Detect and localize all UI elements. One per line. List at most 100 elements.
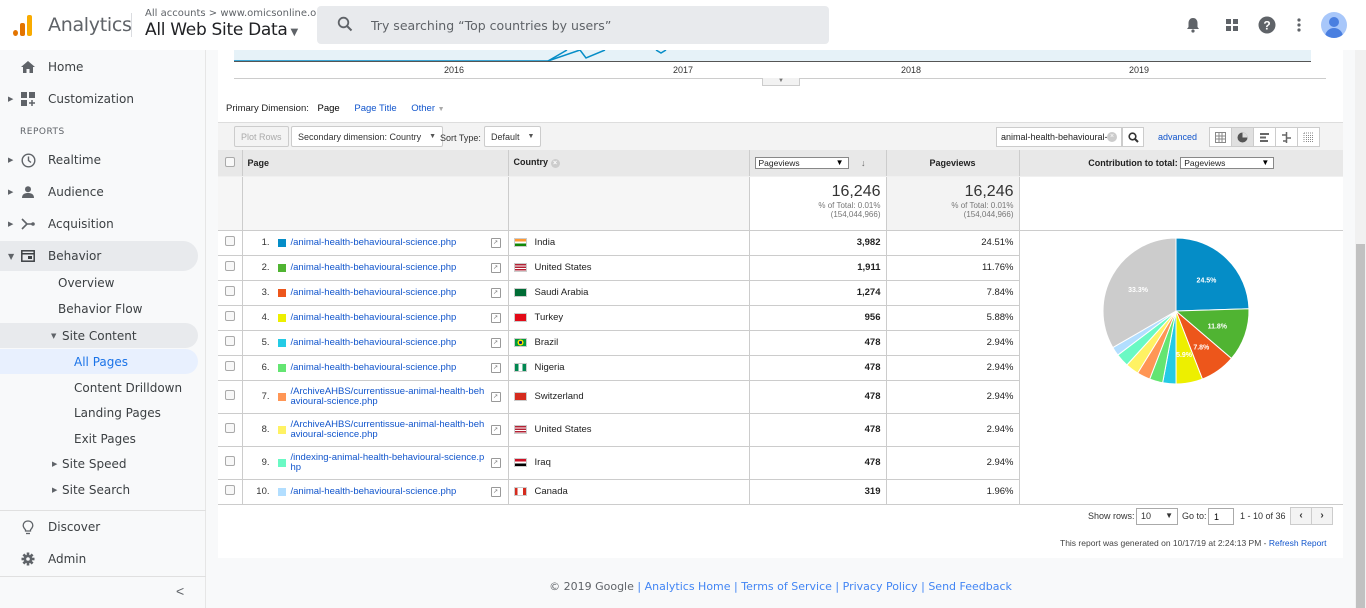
footer-link-privacy[interactable]: Privacy Policy bbox=[843, 580, 918, 593]
pie-slice-label: 5.9% bbox=[1176, 352, 1193, 359]
footer-link-analytics-home[interactable]: Analytics Home bbox=[645, 580, 731, 593]
page-link[interactable]: /animal-health-behavioural-science.php bbox=[291, 312, 486, 323]
row-checkbox[interactable] bbox=[224, 456, 235, 466]
dimension-page-title-link[interactable]: Page Title bbox=[354, 103, 396, 114]
table-view-button[interactable] bbox=[1209, 127, 1232, 147]
open-external-icon[interactable]: ↗ bbox=[490, 391, 501, 402]
page-column-header[interactable]: Page bbox=[242, 150, 509, 177]
row-checkbox[interactable] bbox=[224, 361, 235, 371]
country-name[interactable]: Saudi Arabia bbox=[535, 287, 589, 298]
series-color-swatch bbox=[277, 487, 286, 496]
country-name[interactable]: Turkey bbox=[535, 312, 564, 323]
secondary-dimension-dropdown[interactable]: Secondary dimension: Country ▼ bbox=[291, 126, 444, 147]
sort-type-dropdown[interactable]: Default ▼ bbox=[484, 126, 542, 147]
remove-dimension-icon[interactable]: × bbox=[550, 159, 560, 169]
bell-icon[interactable] bbox=[1182, 14, 1204, 36]
select-all-checkbox[interactable] bbox=[224, 156, 235, 167]
open-external-icon[interactable]: ↗ bbox=[490, 337, 501, 348]
row-checkbox[interactable] bbox=[224, 423, 235, 433]
clear-filter-icon[interactable]: × bbox=[1107, 132, 1117, 142]
open-external-icon[interactable]: ↗ bbox=[490, 237, 501, 248]
page-link[interactable]: /animal-health-behavioural-science.php bbox=[291, 337, 486, 348]
metric-select[interactable]: Pageviews ▼ bbox=[754, 156, 849, 169]
search-input[interactable] bbox=[371, 6, 811, 44]
row-checkbox[interactable] bbox=[224, 261, 235, 271]
footer-link-feedback[interactable]: Send Feedback bbox=[928, 580, 1012, 593]
next-page-button[interactable]: › bbox=[1311, 507, 1333, 525]
property-view-name[interactable]: All Web Site Data ▼ bbox=[145, 20, 327, 40]
page-link[interactable]: /animal-health-behavioural-science.php bbox=[291, 486, 486, 497]
help-icon[interactable]: ? bbox=[1256, 14, 1278, 36]
open-external-icon[interactable]: ↗ bbox=[490, 362, 501, 373]
advanced-filter-link[interactable]: advanced bbox=[1158, 132, 1197, 142]
contribution-select[interactable]: Pageviews ▼ bbox=[1180, 156, 1275, 169]
country-name[interactable]: Brazil bbox=[535, 337, 559, 348]
table-filter-input[interactable]: animal-health-behavioural- × bbox=[996, 127, 1122, 147]
pageviews-pct-cell: 2.94% bbox=[886, 446, 1020, 480]
country-name[interactable]: India bbox=[535, 237, 556, 248]
dimension-page-current[interactable]: Page bbox=[318, 103, 340, 114]
refresh-report-link[interactable]: Refresh Report bbox=[1269, 538, 1327, 548]
summary-metric: 16,246 % of Total: 0.01% (154,044,966) bbox=[749, 176, 887, 231]
comparison-view-button[interactable] bbox=[1275, 127, 1298, 147]
sort-desc-icon[interactable]: ↓ bbox=[861, 158, 866, 168]
pageviews-column-header[interactable]: Pageviews bbox=[886, 150, 1020, 177]
country-name[interactable]: Iraq bbox=[535, 457, 551, 468]
account-avatar[interactable] bbox=[1321, 12, 1347, 38]
apps-grid-icon[interactable] bbox=[1221, 14, 1243, 36]
country-name[interactable]: Switzerland bbox=[535, 391, 584, 402]
country-name[interactable]: United States bbox=[535, 262, 592, 273]
row-checkbox[interactable] bbox=[224, 286, 235, 296]
page-cell: 10. /animal-health-behavioural-science.ph… bbox=[242, 479, 509, 505]
home-icon bbox=[20, 59, 36, 75]
country-name[interactable]: United States bbox=[535, 424, 592, 435]
row-checkbox[interactable] bbox=[224, 311, 235, 321]
open-external-icon[interactable]: ↗ bbox=[490, 457, 501, 468]
country-column-header[interactable]: Country × bbox=[508, 150, 750, 177]
open-external-icon[interactable]: ↗ bbox=[490, 486, 501, 497]
page-link[interactable]: /ArchiveAHBS/currentissue-animal-health-… bbox=[291, 419, 486, 440]
page-link[interactable]: /indexing-animal-health-behavioural-scie… bbox=[291, 452, 486, 473]
plot-rows-button[interactable]: Plot Rows bbox=[234, 126, 289, 147]
sidebar-item-behavior[interactable]: ▼ Behavior bbox=[0, 241, 198, 271]
country-cell: India bbox=[508, 230, 750, 256]
filter-search-button[interactable] bbox=[1122, 127, 1144, 147]
account-selector[interactable]: All accounts > www.omicsonline.org All W… bbox=[145, 8, 327, 40]
collapse-sidebar-button[interactable]: < bbox=[176, 583, 184, 599]
sidebar-item-all-pages[interactable]: All Pages bbox=[0, 349, 198, 374]
page-link[interactable]: /animal-health-behavioural-science.php bbox=[291, 262, 486, 273]
percentage-view-button[interactable] bbox=[1231, 127, 1254, 147]
row-checkbox[interactable] bbox=[224, 390, 235, 400]
country-name[interactable]: Canada bbox=[535, 486, 568, 497]
open-external-icon[interactable]: ↗ bbox=[490, 262, 501, 273]
page-link[interactable]: /animal-health-behavioural-science.php bbox=[291, 237, 486, 248]
more-vert-icon[interactable] bbox=[1288, 14, 1310, 36]
svg-text:?: ? bbox=[1263, 19, 1270, 33]
analytics-logo[interactable] bbox=[12, 14, 34, 36]
page-link[interactable]: /animal-health-behavioural-science.php bbox=[291, 362, 486, 373]
footer: © 2019 Google | Analytics Home | Terms o… bbox=[549, 580, 1012, 593]
open-external-icon[interactable]: ↗ bbox=[490, 424, 501, 435]
show-rows-select[interactable]: 10 ▼ bbox=[1136, 508, 1178, 525]
prev-page-button[interactable]: ‹ bbox=[1290, 507, 1312, 525]
open-external-icon[interactable]: ↗ bbox=[490, 312, 501, 323]
row-checkbox[interactable] bbox=[224, 236, 235, 246]
country-name[interactable]: Nigeria bbox=[535, 362, 565, 373]
collapse-chart-button[interactable]: ▼ bbox=[762, 78, 800, 86]
row-checkbox[interactable] bbox=[224, 336, 235, 346]
search-bar[interactable] bbox=[317, 6, 829, 44]
page-link[interactable]: /ArchiveAHBS/currentissue-animal-health-… bbox=[291, 386, 486, 407]
pivot-view-button[interactable] bbox=[1297, 127, 1320, 147]
open-external-icon[interactable]: ↗ bbox=[490, 287, 501, 298]
goto-page-input[interactable] bbox=[1208, 508, 1234, 525]
pie-slice[interactable] bbox=[1175, 236, 1249, 312]
scrollbar-thumb[interactable] bbox=[1356, 244, 1365, 608]
footer-link-terms[interactable]: Terms of Service bbox=[741, 580, 832, 593]
performance-view-button[interactable] bbox=[1253, 127, 1276, 147]
sidebar-item-site-content[interactable]: ▼ Site Content bbox=[0, 323, 198, 348]
country-flag-icon bbox=[513, 424, 527, 434]
dimension-other-dropdown[interactable]: Other ▼ bbox=[411, 103, 444, 114]
pageviews-pct-cell: 11.76% bbox=[886, 255, 1020, 281]
row-checkbox[interactable] bbox=[224, 485, 235, 495]
page-link[interactable]: /animal-health-behavioural-science.php bbox=[291, 287, 486, 298]
